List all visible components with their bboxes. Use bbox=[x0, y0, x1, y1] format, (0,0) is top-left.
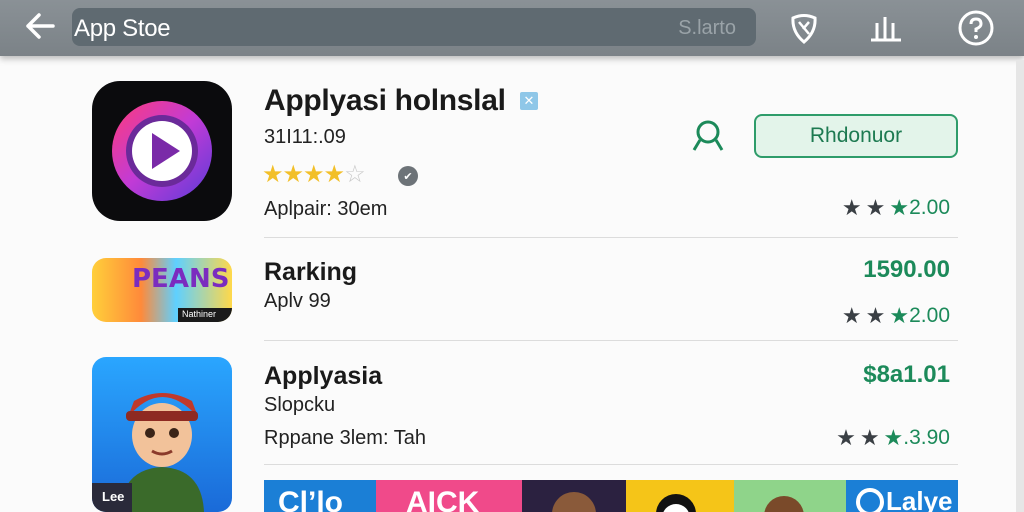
divider bbox=[264, 464, 958, 465]
featured-app-title[interactable]: Applyasi holnslal bbox=[264, 84, 506, 118]
star-icon: ★ bbox=[859, 425, 880, 450]
star-icon: ★ bbox=[889, 303, 910, 328]
featured-app-meta: Aplpair: 30em bbox=[264, 198, 388, 220]
back-arrow-icon[interactable] bbox=[22, 8, 58, 44]
app-subtitle: Slopcku bbox=[264, 394, 336, 416]
help-icon[interactable] bbox=[956, 8, 996, 48]
banner-tile[interactable] bbox=[522, 480, 626, 512]
star-rating: ★★★★☆ bbox=[262, 161, 366, 188]
banner-tile[interactable]: AICK bbox=[376, 480, 522, 512]
star-icon: ★ bbox=[883, 425, 904, 450]
banner-tile[interactable]: Lalye bbox=[846, 480, 958, 512]
search-placeholder: S.larto bbox=[678, 17, 736, 39]
app-rating: ★ ★ ★ 2.00 bbox=[842, 303, 950, 329]
app-icon-ranking[interactable]: PEANS Nathiner bbox=[92, 258, 232, 322]
search-icon[interactable] bbox=[686, 116, 730, 156]
rating-value: .3.90 bbox=[903, 426, 950, 449]
star-icon: ★ bbox=[841, 195, 862, 220]
app-icon-text: PEANS bbox=[132, 264, 230, 294]
app-rating: ★ ★ ★ .3.90 bbox=[836, 425, 950, 451]
banner-tile[interactable] bbox=[626, 480, 734, 512]
scrollbar[interactable] bbox=[1016, 60, 1024, 512]
featured-app-icon[interactable] bbox=[92, 81, 232, 221]
star-icon: ★ bbox=[836, 425, 856, 450]
app-meta: Rppane 3lem: Tah bbox=[264, 427, 426, 449]
install-button[interactable]: Rhdonuor bbox=[754, 114, 958, 158]
rating-value: 2.00 bbox=[909, 196, 950, 219]
shield-icon[interactable] bbox=[784, 8, 824, 48]
divider bbox=[264, 340, 958, 341]
app-title[interactable]: Applyasia bbox=[264, 362, 382, 391]
verified-badge-icon: ✕ bbox=[520, 92, 538, 110]
banner-tile[interactable] bbox=[734, 480, 846, 512]
app-store-title: App Stoe bbox=[74, 15, 171, 42]
app-title[interactable]: Rarking bbox=[264, 258, 357, 287]
divider bbox=[264, 237, 958, 238]
app-icon-caption: Nathiner bbox=[182, 309, 217, 319]
star-icon: ★ bbox=[841, 303, 862, 328]
rating-value: 2.00 bbox=[909, 304, 950, 327]
chart-icon[interactable] bbox=[866, 8, 906, 48]
banner-tile[interactable]: Cl’lo bbox=[264, 480, 376, 512]
app-subtitle: Aplv 99 bbox=[264, 290, 331, 312]
app-icon-applyasia[interactable]: Lee bbox=[92, 357, 232, 512]
search-bar[interactable]: App Stoe S.larto bbox=[72, 8, 756, 46]
star-icon: ★ bbox=[865, 195, 886, 220]
app-price: 1590.00 bbox=[863, 256, 950, 283]
featured-rating: ★ ★ ★ 2.00 bbox=[842, 195, 950, 221]
star-icon: ★ bbox=[889, 195, 910, 220]
top-app-bar: App Stoe S.larto bbox=[0, 0, 1024, 56]
featured-app-subtitle: 31I11:.09 bbox=[264, 126, 346, 148]
app-icon-caption: Lee bbox=[102, 489, 125, 504]
app-price: $8a1.01 bbox=[863, 361, 950, 388]
info-icon[interactable]: ✔ bbox=[398, 166, 418, 186]
star-icon: ★ bbox=[865, 303, 886, 328]
